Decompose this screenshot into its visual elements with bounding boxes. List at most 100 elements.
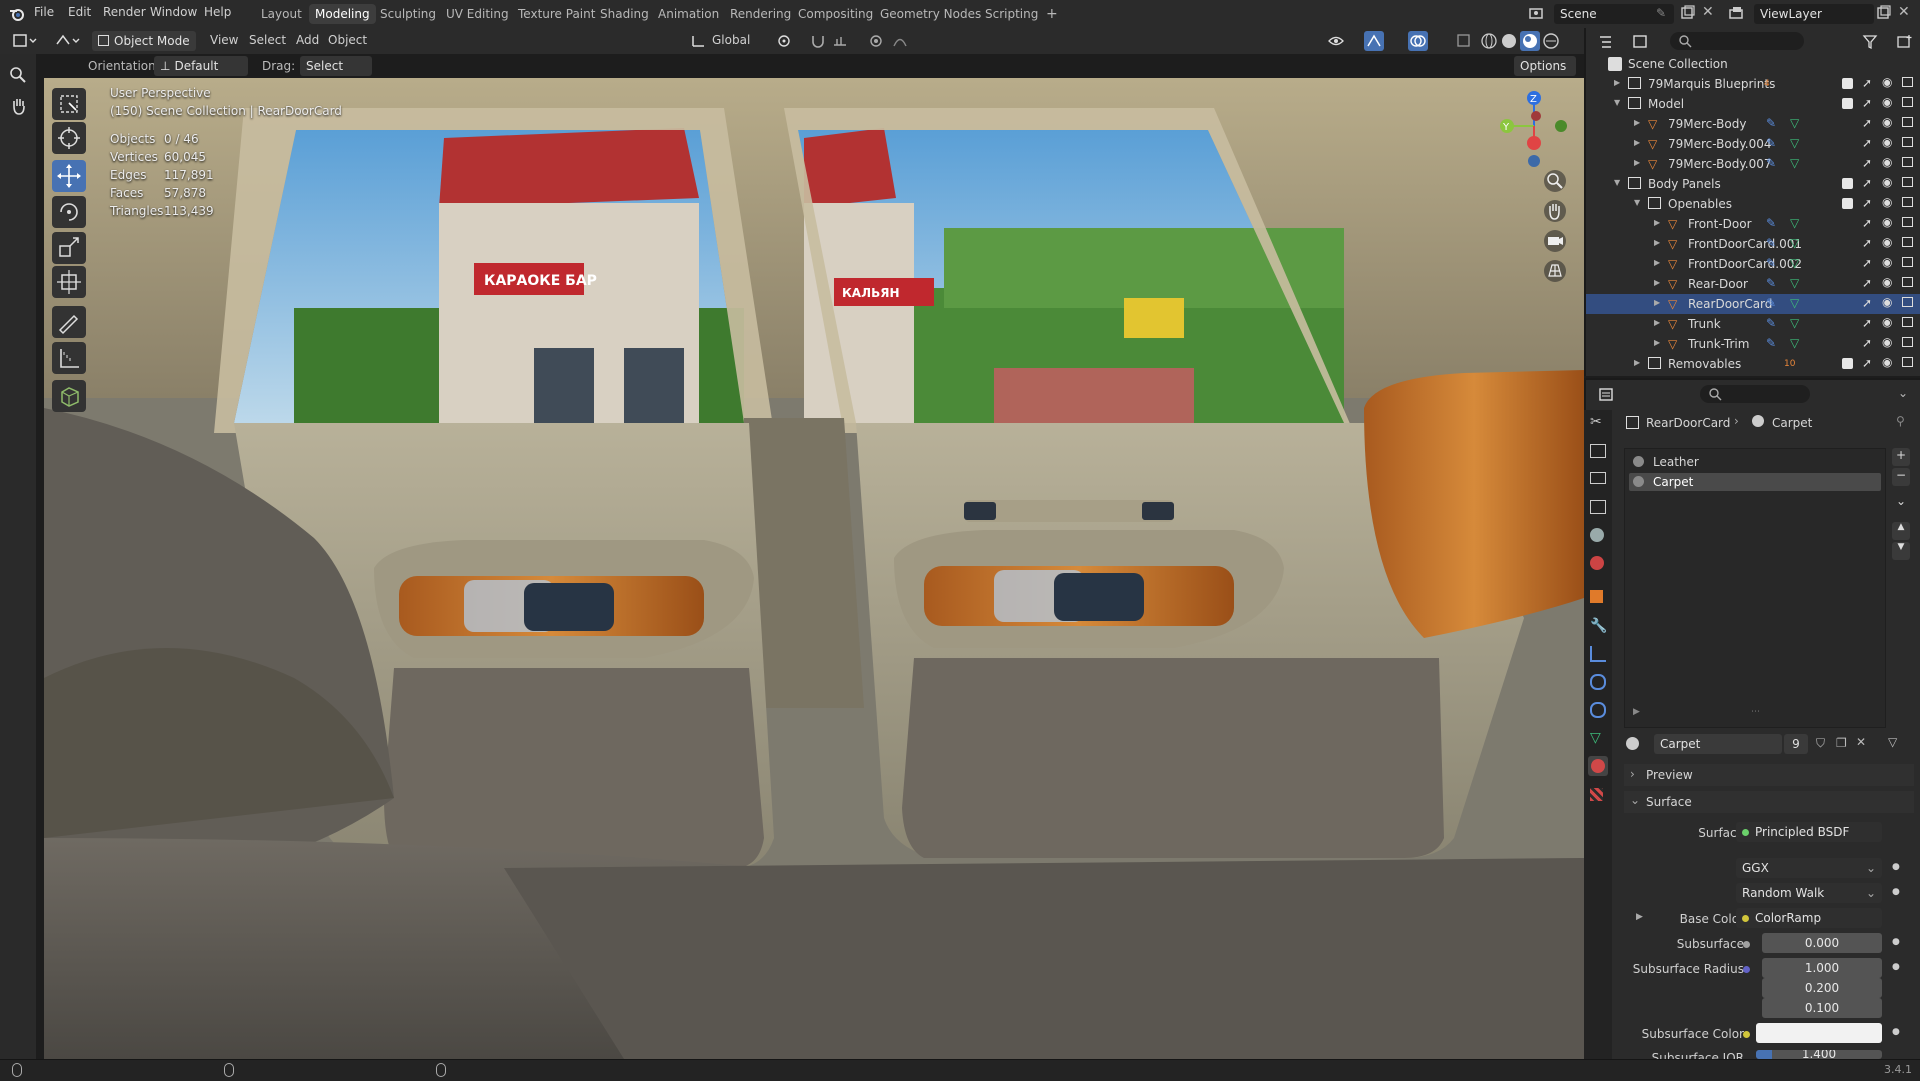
tab-uv-editing[interactable]: UV Editing	[440, 4, 515, 24]
subsurface-color-swatch[interactable]	[1756, 1023, 1882, 1043]
tab-sculpting[interactable]: Sculpting	[374, 4, 442, 24]
pivot-point-icon[interactable]	[776, 33, 794, 49]
modifier-wrench-icon[interactable]: ✎	[1766, 116, 1776, 130]
selectable-arrow-icon[interactable]: ➚	[1862, 76, 1872, 90]
modifier-wrench-icon[interactable]: ✎	[1766, 336, 1776, 350]
surface-shader-field[interactable]: Principled BSDF	[1736, 822, 1882, 842]
outliner-row[interactable]: ▶ ▽ Rear-Door ✎ ▽ ➚ ◉	[1586, 274, 1920, 294]
decorator-dot-icon[interactable]: ●	[1892, 937, 1900, 947]
render-camera-icon[interactable]	[1902, 257, 1913, 267]
outliner-row[interactable]: ▶ ▽ FrontDoorCard.002 ✎ ▽ ➚ ◉	[1586, 254, 1920, 274]
navigation-gizmo[interactable]: Z Y	[1489, 88, 1579, 178]
mesh-data-icon[interactable]: ▽	[1790, 136, 1799, 150]
properties-editor-type-icon[interactable]	[1598, 386, 1624, 404]
zoom-icon[interactable]	[9, 66, 27, 84]
view-menu[interactable]: View	[210, 33, 238, 47]
visibility-eye-icon[interactable]: ◉	[1882, 135, 1892, 149]
visibility-selectability-icon[interactable]	[1328, 33, 1350, 49]
decorator-dot-icon[interactable]: ●	[1892, 887, 1900, 897]
perspective-toggle-icon[interactable]	[1544, 260, 1566, 282]
add-cube-tool[interactable]	[52, 380, 86, 412]
modifier-wrench-icon[interactable]: ✎	[1766, 216, 1776, 230]
proportional-falloff-icon[interactable]	[892, 33, 914, 49]
menu-edit[interactable]: Edit	[68, 5, 91, 19]
tab-shading[interactable]: Shading	[594, 4, 655, 24]
modifier-wrench-icon[interactable]: 🔧	[1590, 618, 1607, 634]
selectable-arrow-icon[interactable]: ➚	[1862, 296, 1872, 310]
subsurface-method-dropdown[interactable]: Random Walk ⌄	[1736, 883, 1882, 903]
view-layer-tab-icon[interactable]	[1590, 500, 1606, 514]
outliner-row[interactable]: ▶ ▽ FrontDoorCard.001 ✎ ▽ ➚ ◉	[1586, 234, 1920, 254]
subsurface-ior-field[interactable]: 1.400	[1756, 1050, 1882, 1059]
expand-arrow-icon[interactable]: ▼	[1614, 178, 1620, 187]
exclude-checkbox[interactable]	[1842, 358, 1853, 369]
3d-viewport[interactable]: КАРАОКЕ БАР КАЛЬЯН User Perspective (150…	[44, 78, 1584, 1059]
render-camera-icon[interactable]	[1902, 217, 1913, 227]
visibility-eye-icon[interactable]: ◉	[1882, 75, 1892, 89]
selectable-arrow-icon[interactable]: ➚	[1862, 216, 1872, 230]
expand-arrow-icon[interactable]: ▶	[1654, 338, 1660, 347]
add-menu[interactable]: Add	[296, 33, 319, 47]
snap-icon[interactable]	[810, 33, 828, 49]
outliner-row[interactable]: ▶ ▽ Trunk-Trim ✎ ▽ ➚ ◉	[1586, 334, 1920, 354]
selectable-arrow-icon[interactable]: ➚	[1862, 96, 1872, 110]
modifier-wrench-icon[interactable]: ✎	[1766, 316, 1776, 330]
duplicate-material-icon[interactable]: ❐	[1836, 736, 1847, 750]
particles-tab-icon[interactable]	[1590, 646, 1606, 662]
selectable-arrow-icon[interactable]: ➚	[1862, 156, 1872, 170]
render-camera-icon[interactable]	[1902, 297, 1913, 307]
exclude-checkbox[interactable]	[1842, 198, 1853, 209]
filter-icon[interactable]	[1862, 33, 1888, 51]
outliner-editor-type-icon[interactable]	[1598, 33, 1624, 51]
expand-arrow-icon[interactable]: ▼	[1614, 98, 1620, 107]
slot-specials-chevron-icon[interactable]: ⌄	[1892, 494, 1910, 512]
proportional-editing-icon[interactable]	[868, 33, 886, 49]
tab-scripting[interactable]: Scripting	[979, 4, 1044, 24]
annotate-tool[interactable]	[52, 306, 86, 338]
visibility-eye-icon[interactable]: ◉	[1882, 335, 1892, 349]
decorator-dot-icon[interactable]: ●	[1892, 1027, 1900, 1037]
preview-panel-header[interactable]: › Preview	[1624, 764, 1914, 786]
mesh-data-icon[interactable]: ▽	[1790, 116, 1799, 130]
add-material-slot-button[interactable]: +	[1892, 448, 1910, 466]
tab-texture-paint[interactable]: Texture Paint	[512, 4, 601, 24]
select-box-tool[interactable]	[52, 88, 86, 120]
transform-orientation-icon[interactable]	[690, 33, 708, 49]
visibility-eye-icon[interactable]: ◉	[1882, 255, 1892, 269]
menu-window[interactable]: Window	[150, 5, 197, 19]
measure-tool[interactable]	[52, 342, 86, 374]
outliner-scene-collection[interactable]: Scene Collection	[1586, 54, 1920, 74]
tab-geometry-nodes[interactable]: Geometry Nodes	[874, 4, 987, 24]
outliner-row[interactable]: ▼ Body Panels ➚ ◉	[1586, 174, 1920, 194]
visibility-eye-icon[interactable]: ◉	[1882, 95, 1892, 109]
expand-arrow-icon[interactable]: ▶	[1654, 298, 1660, 307]
selectable-arrow-icon[interactable]: ➚	[1862, 356, 1872, 370]
scene-tab-icon[interactable]	[1590, 528, 1604, 542]
expand-arrow-icon[interactable]: ▶	[1614, 78, 1620, 87]
mesh-data-icon[interactable]: ▽	[1790, 216, 1799, 230]
decorator-dot-icon[interactable]: ●	[1892, 962, 1900, 972]
expand-arrow-icon[interactable]: ▼	[1634, 198, 1640, 207]
render-camera-icon[interactable]	[1902, 117, 1913, 127]
tool-tab-icon[interactable]: ✂	[1590, 414, 1602, 430]
material-tab-icon[interactable]	[1588, 756, 1608, 776]
mesh-data-icon[interactable]: ▽	[1790, 276, 1799, 290]
pin-icon[interactable]: ✎	[1656, 6, 1666, 20]
modifier-wrench-icon[interactable]: ✎	[1766, 256, 1776, 270]
subsurface-radius-z[interactable]: 0.100	[1762, 998, 1882, 1018]
cursor-tool[interactable]	[52, 122, 86, 154]
visibility-eye-icon[interactable]: ◉	[1882, 115, 1892, 129]
expand-arrow-icon[interactable]: ▶	[1654, 318, 1660, 327]
visibility-eye-icon[interactable]: ◉	[1882, 355, 1892, 369]
render-camera-icon[interactable]	[1902, 97, 1913, 107]
gizmo-toggle-icon[interactable]	[1364, 31, 1384, 51]
selectable-arrow-icon[interactable]: ➚	[1862, 176, 1872, 190]
pan-hand-icon[interactable]	[10, 96, 28, 116]
select-menu[interactable]: Select	[249, 33, 286, 47]
snap-target-icon[interactable]	[832, 33, 854, 49]
visibility-eye-icon[interactable]: ◉	[1882, 195, 1892, 209]
properties-search-input[interactable]	[1700, 385, 1810, 403]
move-slot-up-icon[interactable]: ▲	[1892, 522, 1910, 540]
camera-view-icon[interactable]	[1544, 230, 1566, 252]
outliner-row[interactable]: ▶ ▽ 79Merc-Body.007 ✎ ▽ ➚ ◉	[1586, 154, 1920, 174]
